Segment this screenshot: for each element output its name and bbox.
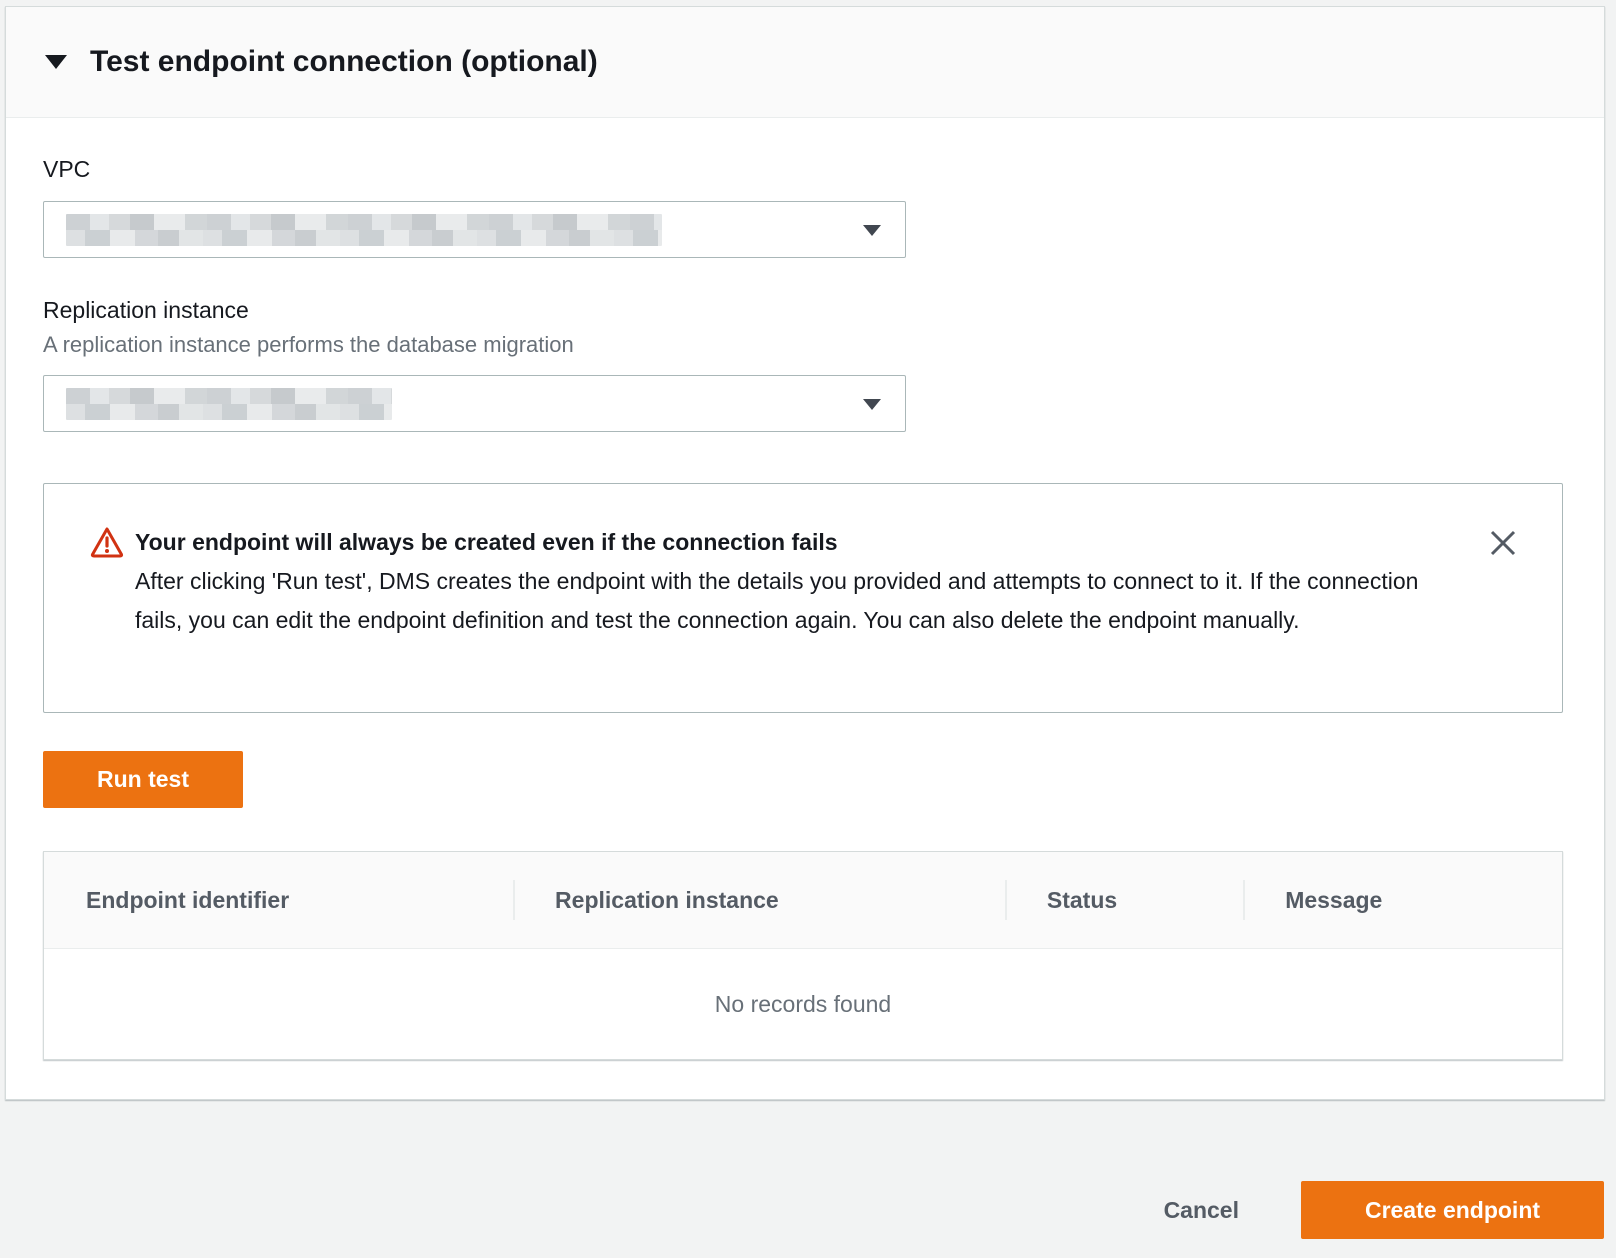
connection-results-table: Endpoint identifier Replication instance…: [43, 851, 1563, 1060]
expander-triangle-down-icon: [45, 55, 67, 69]
warning-alert-body: After clicking 'Run test', DMS creates t…: [135, 562, 1445, 640]
table-empty-state: No records found: [44, 949, 1562, 1059]
replication-instance-description: A replication instance performs the data…: [43, 332, 574, 358]
close-icon: [1488, 528, 1518, 558]
column-header-endpoint-identifier: Endpoint identifier: [44, 887, 513, 914]
vpc-redacted-value: [66, 214, 662, 246]
column-header-message: Message: [1243, 887, 1562, 914]
replication-instance-redacted-value: [66, 388, 392, 420]
warning-alert-title: Your endpoint will always be created eve…: [135, 523, 1445, 562]
section-header-test-endpoint[interactable]: Test endpoint connection (optional): [6, 7, 1604, 118]
run-test-button[interactable]: Run test: [43, 751, 243, 808]
test-endpoint-panel: Test endpoint connection (optional) VPC …: [5, 6, 1605, 1100]
warning-alert: Your endpoint will always be created eve…: [43, 483, 1563, 713]
create-endpoint-button[interactable]: Create endpoint: [1301, 1181, 1604, 1239]
footer-actions: Cancel Create endpoint: [1164, 1181, 1604, 1239]
replication-instance-label: Replication instance: [43, 297, 249, 324]
warning-triangle-icon: [90, 526, 124, 563]
column-header-status: Status: [1005, 887, 1243, 914]
vpc-label: VPC: [43, 156, 90, 183]
alert-close-button[interactable]: [1487, 527, 1519, 559]
warning-alert-text: Your endpoint will always be created eve…: [135, 523, 1445, 640]
replication-instance-select[interactable]: [43, 375, 906, 432]
section-title: Test endpoint connection (optional): [90, 45, 598, 79]
vpc-select-caret-down-icon: [863, 225, 881, 236]
column-header-replication-instance: Replication instance: [513, 887, 1005, 914]
no-records-message: No records found: [715, 991, 891, 1018]
replication-select-caret-down-icon: [863, 399, 881, 410]
cancel-button[interactable]: Cancel: [1164, 1197, 1239, 1224]
vpc-select[interactable]: [43, 201, 906, 258]
table-header-row: Endpoint identifier Replication instance…: [44, 852, 1562, 949]
